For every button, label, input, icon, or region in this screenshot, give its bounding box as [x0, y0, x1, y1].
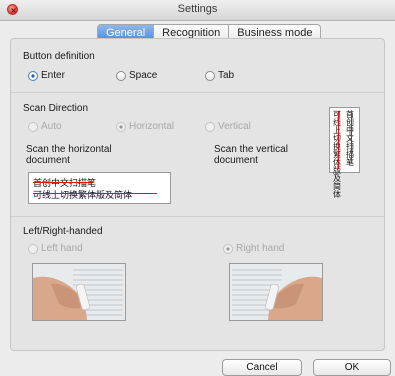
- radio-right-hand[interactable]: Right hand: [223, 243, 284, 254]
- radio-label: Left hand: [41, 243, 83, 254]
- radio-space[interactable]: Space: [116, 70, 157, 81]
- radio-label: Horizontal: [129, 121, 175, 132]
- left-hand-illustration: [33, 264, 125, 320]
- radio-vertical[interactable]: Vertical: [205, 121, 251, 132]
- scan-arrow: [33, 193, 157, 194]
- vertical-sample-image: 首创中文扫描笔 可线上切换繁体版及简体: [329, 107, 360, 199]
- right-hand-photo: [229, 263, 323, 321]
- radio-indicator: [223, 243, 233, 254]
- radio-label: Enter: [41, 70, 65, 81]
- left-hand-photo: [32, 263, 126, 321]
- divider: [11, 92, 384, 93]
- sample-text-line: 可线上切换繁体版及简体: [33, 191, 133, 201]
- vertical-caption: Scan the vertical document: [214, 144, 288, 166]
- radio-label: Space: [129, 70, 158, 81]
- horizontal-caption: Scan the horizontal document: [26, 144, 112, 166]
- radio-auto[interactable]: Auto: [28, 121, 62, 132]
- scan-arrow: [351, 111, 352, 163]
- cancel-button[interactable]: Cancel: [222, 359, 302, 376]
- scan-arrow: [338, 111, 339, 169]
- radio-indicator: [28, 243, 38, 254]
- window-title: Settings: [177, 3, 218, 15]
- title-bar: Settings: [0, 0, 395, 21]
- divider: [11, 216, 384, 217]
- radio-tab[interactable]: Tab: [205, 70, 234, 81]
- radio-label: Vertical: [218, 121, 251, 132]
- horizontal-sample-image: 首创中文扫描笔 可线上切换繁体版及简体: [28, 172, 171, 204]
- scan-arrow: [33, 182, 93, 183]
- radio-left-hand[interactable]: Left hand: [28, 243, 83, 254]
- radio-indicator: [116, 70, 126, 81]
- settings-window: Settings General Recognition Business mo…: [0, 0, 395, 376]
- radio-indicator: [205, 121, 215, 132]
- radio-indicator: [116, 121, 126, 132]
- scan-direction-title: Scan Direction: [23, 103, 89, 114]
- handedness-title: Left/Right-handed: [23, 226, 103, 237]
- radio-label: Auto: [41, 121, 62, 132]
- radio-label: Tab: [218, 70, 235, 81]
- right-hand-illustration: [230, 264, 322, 320]
- radio-horizontal[interactable]: Horizontal: [116, 121, 174, 132]
- radio-label: Right hand: [236, 243, 285, 254]
- ok-button[interactable]: OK: [313, 359, 391, 376]
- radio-indicator: [28, 70, 38, 81]
- general-panel: Button definition Enter Space Tab Scan D…: [10, 38, 385, 351]
- button-definition-title: Button definition: [23, 51, 95, 62]
- radio-enter[interactable]: Enter: [28, 70, 65, 81]
- radio-indicator: [28, 121, 38, 132]
- radio-indicator: [205, 70, 215, 81]
